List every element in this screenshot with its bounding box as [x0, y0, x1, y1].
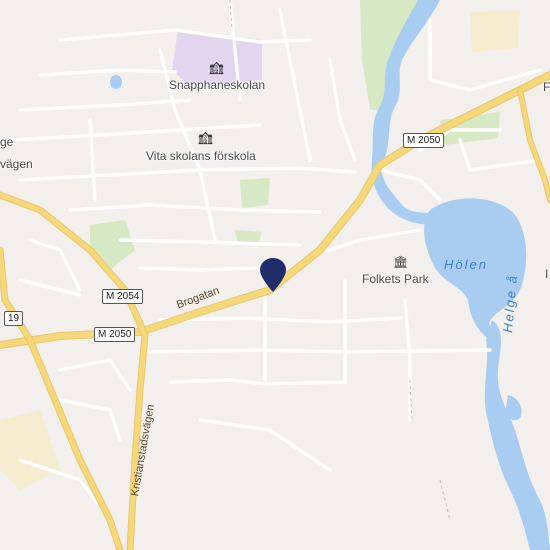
route-shield-m2054: M 2054	[102, 289, 144, 304]
vita-skolans-forskola-label[interactable]: Vita skolans förskola	[146, 149, 256, 163]
snapphaneskolan-label[interactable]: Snapphaneskolan	[169, 78, 265, 92]
lake-holen-label: Hölen	[444, 257, 488, 272]
museum-icon: 🏛︎	[393, 255, 409, 269]
park-area	[240, 178, 270, 208]
edge-street-label: ge	[0, 135, 14, 149]
school-icon: 🏫︎	[198, 131, 214, 145]
route-shield-m2050: M 2050	[403, 133, 445, 148]
edge-label: F	[543, 80, 550, 94]
route-shield-19: 19	[4, 311, 24, 326]
map-canvas	[0, 0, 550, 550]
map[interactable]: 🏫︎ Snapphaneskolan 🏫︎ Vita skolans försk…	[0, 0, 550, 550]
edge-street-label: vägen	[0, 157, 33, 171]
school-icon: 🏫︎	[209, 61, 225, 75]
folkets-park-label[interactable]: Folkets Park	[362, 272, 429, 286]
edge-label: I	[545, 267, 549, 281]
route-shield-m2050: M 2050	[94, 327, 136, 342]
